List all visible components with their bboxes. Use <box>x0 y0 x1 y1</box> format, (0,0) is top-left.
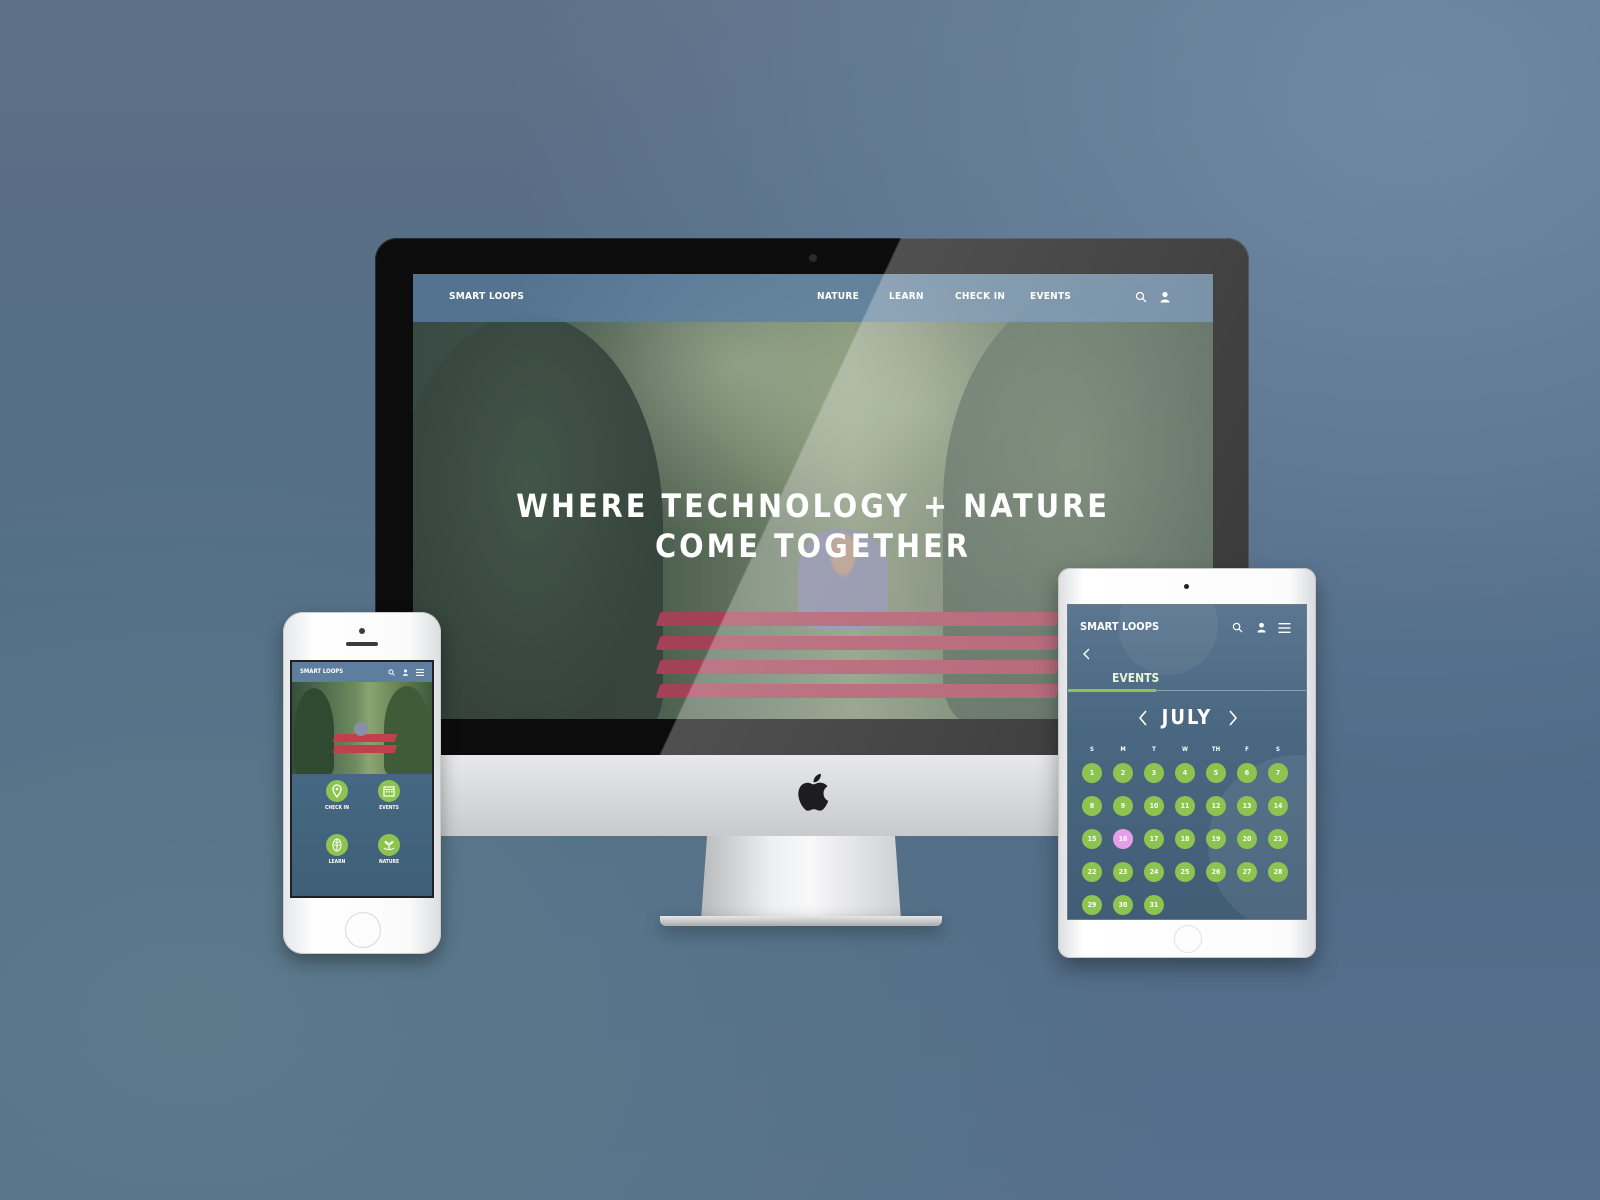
hero-title-line2: COME TOGETHER <box>655 527 971 565</box>
site-brand[interactable]: SMART LOOPS <box>449 291 524 302</box>
ipad-device: SMART LOOPS EVENTS JULY S M T W TH F S 1234567… <box>1058 568 1316 958</box>
calendar-day[interactable]: 8 <box>1082 796 1102 816</box>
weekday-label: S <box>1090 746 1094 753</box>
tile-learn-label: LEARN <box>328 859 346 865</box>
calendar-day[interactable]: 15 <box>1082 829 1102 849</box>
nav-learn[interactable]: LEARN <box>889 291 924 302</box>
calendar-day[interactable]: 9 <box>1113 796 1133 816</box>
site-nav: SMART LOOPS NATURE LEARN CHECK IN EVENTS <box>413 274 1213 322</box>
calendar-day[interactable]: 21 <box>1268 829 1288 849</box>
search-icon[interactable] <box>1232 622 1243 633</box>
iphone-speaker <box>346 642 378 646</box>
section-underline <box>1068 689 1156 692</box>
nav-events[interactable]: EVENTS <box>1030 291 1071 302</box>
calendar-day-today[interactable]: 16 <box>1113 829 1133 849</box>
leaf-icon <box>326 834 348 856</box>
calendar-day[interactable]: 6 <box>1237 763 1257 783</box>
calendar-day[interactable]: 20 <box>1237 829 1257 849</box>
search-icon[interactable] <box>388 669 395 676</box>
back-chevron-icon[interactable] <box>1080 647 1094 661</box>
iphone-device: SMART LOOPS CHECK IN EVENTS LEARN NATURE <box>283 612 441 954</box>
tile-nature[interactable]: NATURE <box>359 834 419 865</box>
weekday-label: M <box>1120 746 1126 753</box>
phone-hero-image <box>292 682 432 774</box>
weekday-label: TH <box>1211 746 1221 753</box>
calendar-day[interactable]: 28 <box>1268 862 1288 882</box>
calendar-day[interactable]: 22 <box>1082 862 1102 882</box>
menu-icon[interactable] <box>416 669 424 676</box>
calendar-month: JULY <box>1161 705 1213 729</box>
iphone-camera <box>359 628 365 634</box>
calendar-day[interactable]: 1 <box>1082 763 1102 783</box>
hero-title-line1: WHERE TECHNOLOGY + NATURE <box>516 487 1110 525</box>
user-icon[interactable] <box>402 669 409 676</box>
calendar-day[interactable]: 7 <box>1268 763 1288 783</box>
tile-check-in[interactable]: CHECK IN <box>307 780 367 811</box>
nav-nature[interactable]: NATURE <box>817 291 859 302</box>
calendar-day[interactable]: 19 <box>1206 829 1226 849</box>
calendar-day[interactable]: 18 <box>1175 829 1195 849</box>
tablet-app: SMART LOOPS EVENTS JULY S M T W TH F S 1234567… <box>1068 605 1306 919</box>
ipad-camera <box>1184 584 1189 589</box>
calendar-day[interactable]: 4 <box>1175 763 1195 783</box>
weekday-label: T <box>1152 746 1156 753</box>
calendar-day[interactable]: 12 <box>1206 796 1226 816</box>
weekday-label: W <box>1182 746 1188 753</box>
calendar-day[interactable]: 17 <box>1144 829 1164 849</box>
apple-logo <box>798 773 829 811</box>
imac-camera <box>809 254 817 262</box>
menu-icon[interactable] <box>1278 623 1291 633</box>
calendar-day[interactable]: 10 <box>1144 796 1164 816</box>
calendar-day[interactable]: 24 <box>1144 862 1164 882</box>
calendar-day[interactable]: 26 <box>1206 862 1226 882</box>
calendar-day[interactable]: 23 <box>1113 862 1133 882</box>
calendar-day[interactable]: 29 <box>1082 895 1102 915</box>
tile-events[interactable]: EVENTS <box>359 780 419 811</box>
imac-stand <box>701 836 901 920</box>
tile-check-in-label: CHECK IN <box>325 805 349 811</box>
tablet-section-title: EVENTS <box>1112 671 1160 685</box>
phone-nav: SMART LOOPS <box>292 662 432 682</box>
phone-brand[interactable]: SMART LOOPS <box>300 668 343 675</box>
calendar-day[interactable]: 31 <box>1144 895 1164 915</box>
calendar-day[interactable]: 27 <box>1237 862 1257 882</box>
weekday-label: F <box>1245 746 1249 753</box>
tile-nature-label: NATURE <box>378 859 400 865</box>
nav-check-in[interactable]: CHECK IN <box>955 291 1005 302</box>
calendar-day[interactable]: 11 <box>1175 796 1195 816</box>
user-icon[interactable] <box>1159 291 1171 303</box>
imac-foot <box>660 916 942 926</box>
location-pin-icon <box>326 780 348 802</box>
search-icon[interactable] <box>1135 291 1147 303</box>
calendar-day[interactable]: 3 <box>1144 763 1164 783</box>
calendar-day[interactable]: 30 <box>1113 895 1133 915</box>
calendar-day[interactable]: 14 <box>1268 796 1288 816</box>
tile-events-label: EVENTS <box>379 805 399 811</box>
sprout-icon <box>378 834 400 856</box>
section-divider <box>1156 690 1306 691</box>
iphone-home-button[interactable] <box>345 912 381 948</box>
user-icon[interactable] <box>1256 622 1267 633</box>
ipad-home-button[interactable] <box>1174 925 1202 953</box>
calendar-icon <box>378 780 400 802</box>
calendar-day[interactable]: 5 <box>1206 763 1226 783</box>
calendar-day[interactable]: 25 <box>1175 862 1195 882</box>
weekday-label: S <box>1276 746 1280 753</box>
calendar-day[interactable]: 2 <box>1113 763 1133 783</box>
tile-learn[interactable]: LEARN <box>307 834 367 865</box>
next-month-icon[interactable] <box>1226 709 1240 727</box>
calendar-day[interactable]: 13 <box>1237 796 1257 816</box>
phone-app: SMART LOOPS CHECK IN EVENTS LEARN NATURE <box>292 662 432 896</box>
tablet-brand[interactable]: SMART LOOPS <box>1080 620 1159 633</box>
